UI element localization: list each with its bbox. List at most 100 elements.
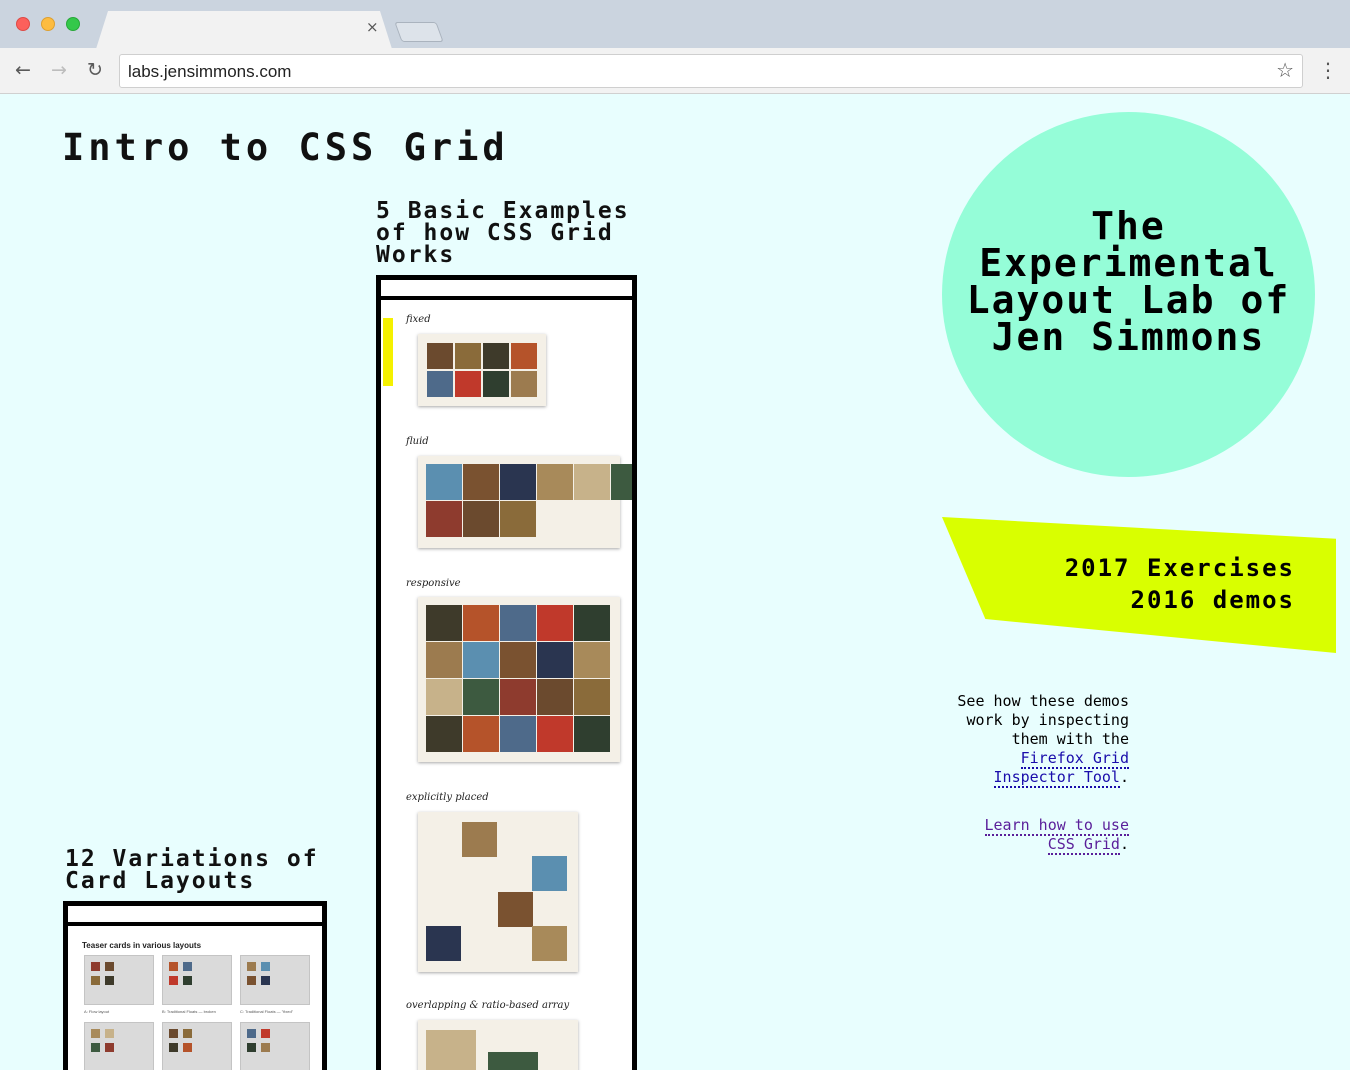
learn-paragraph: Learn how to use CSS Grid. xyxy=(952,816,1129,855)
painting-thumbnail xyxy=(532,856,567,891)
painting-thumbnail xyxy=(500,642,536,678)
painting-thumbnail xyxy=(426,716,462,752)
close-window-button[interactable] xyxy=(16,17,30,31)
painting-thumbnail xyxy=(463,605,499,641)
painting-thumbnail xyxy=(463,464,499,500)
demo-label: fluid xyxy=(406,436,429,447)
demo-label: fixed xyxy=(406,314,431,325)
active-tab[interactable] xyxy=(96,11,392,49)
painting-thumbnail xyxy=(488,1052,538,1070)
demo-thumbnail xyxy=(418,1020,578,1070)
painting-thumbnail xyxy=(455,343,481,369)
basic-examples-heading[interactable]: 5 Basic Examples of how CSS Grid Works xyxy=(376,200,656,267)
layout-caption: C: Traditional Floats — "fixed" xyxy=(240,1009,294,1014)
painting-thumbnail xyxy=(611,464,632,500)
browser-menu-icon[interactable]: ⋮ xyxy=(1318,56,1338,84)
demo-label: responsive xyxy=(406,578,461,589)
address-bar[interactable]: labs.jensimmons.com ☆ xyxy=(119,54,1303,88)
preview-title-bar xyxy=(381,280,632,300)
demo-thumbnail xyxy=(418,597,620,762)
bookmark-star-icon[interactable]: ☆ xyxy=(1276,58,1294,82)
painting-thumbnail xyxy=(427,343,453,369)
layout-caption: B: Traditional Floats — broken xyxy=(162,1009,216,1014)
browser-tab-strip: × xyxy=(0,0,1350,49)
layout-thumbnail-tile xyxy=(183,976,192,985)
new-tab-button[interactable] xyxy=(394,22,444,42)
exercises-2017-link[interactable]: 2017 Exercises xyxy=(1065,554,1295,582)
painting-thumbnail xyxy=(426,1030,476,1070)
painting-thumbnail xyxy=(537,716,573,752)
page-title: Intro to CSS Grid xyxy=(62,126,509,169)
card-preview-body: Teaser cards in various layouts A: Flow … xyxy=(68,930,322,1070)
teaser-cards-title: Teaser cards in various layouts xyxy=(82,941,202,950)
painting-thumbnail xyxy=(426,926,461,961)
layout-thumbnail-tile xyxy=(105,1029,114,1038)
back-arrow-icon[interactable]: ← xyxy=(10,57,36,83)
layout-thumbnail-tile xyxy=(169,962,178,971)
card-layouts-heading[interactable]: 12 Variations of Card Layouts xyxy=(65,848,345,893)
layout-thumbnail-tile xyxy=(91,1029,100,1038)
layout-thumbnail-tile xyxy=(247,976,256,985)
painting-thumbnail xyxy=(500,464,536,500)
reload-icon[interactable]: ↻ xyxy=(82,57,108,83)
painting-thumbnail xyxy=(498,892,533,927)
layout-thumbnail-tile xyxy=(169,976,178,985)
minimize-window-button[interactable] xyxy=(41,17,55,31)
painting-thumbnail xyxy=(511,343,537,369)
painting-thumbnail xyxy=(426,605,462,641)
layout-thumbnail xyxy=(162,1022,232,1070)
url-text[interactable]: labs.jensimmons.com xyxy=(128,62,291,82)
painting-thumbnail xyxy=(462,822,497,857)
lab-title: The Experimental Layout Lab of Jen Simmo… xyxy=(966,204,1291,359)
layout-thumbnail-tile xyxy=(91,962,100,971)
demo-label: overlapping & ratio-based array xyxy=(406,1000,570,1011)
painting-thumbnail xyxy=(455,371,481,397)
painting-thumbnail xyxy=(500,605,536,641)
layout-thumbnail-tile xyxy=(247,962,256,971)
layout-thumbnail-tile xyxy=(183,1029,192,1038)
painting-thumbnail xyxy=(511,371,537,397)
demo-label: explicitly placed xyxy=(406,792,489,803)
inspect-text-prefix: See how these demos work by inspecting t… xyxy=(957,692,1129,748)
painting-thumbnail xyxy=(574,464,610,500)
layout-thumbnail-tile xyxy=(169,1029,178,1038)
exercises-banner xyxy=(942,517,1336,653)
painting-thumbnail xyxy=(574,605,610,641)
layout-thumbnail xyxy=(162,955,232,1005)
learn-css-grid-link[interactable]: Learn how to use CSS Grid xyxy=(984,816,1129,855)
demo-thumbnail xyxy=(418,812,578,972)
layout-thumbnail-tile xyxy=(183,962,192,971)
basic-examples-preview[interactable]: fixed fluid responsive explicitly placed ove… xyxy=(376,275,637,1070)
page-content: Intro to CSS Grid 5 Basic Examples of ho… xyxy=(0,94,1350,1070)
learn-text-suffix: . xyxy=(1119,835,1129,853)
layout-thumbnail-tile xyxy=(91,976,100,985)
painting-thumbnail xyxy=(463,501,499,537)
yellow-sticker xyxy=(383,318,393,386)
browser-toolbar: ← → ↻ labs.jensimmons.com ☆ ⋮ xyxy=(0,48,1350,94)
layout-thumbnail-tile xyxy=(169,1043,178,1052)
painting-thumbnail xyxy=(426,679,462,715)
maximize-window-button[interactable] xyxy=(66,17,80,31)
painting-thumbnail xyxy=(463,642,499,678)
card-layouts-preview[interactable]: Teaser cards in various layouts A: Flow … xyxy=(63,901,327,1070)
layout-thumbnail-tile xyxy=(105,976,114,985)
layout-thumbnail xyxy=(240,1022,310,1070)
layout-thumbnail-tile xyxy=(261,976,270,985)
grid-inspector-link[interactable]: Firefox Grid Inspector Tool xyxy=(993,749,1129,788)
layout-thumbnail xyxy=(84,955,154,1005)
painting-thumbnail xyxy=(483,371,509,397)
demos-2016-link[interactable]: 2016 demos xyxy=(1131,586,1296,614)
painting-thumbnail xyxy=(500,501,536,537)
layout-thumbnail-tile xyxy=(105,962,114,971)
layout-thumbnail-tile xyxy=(261,1029,270,1038)
painting-thumbnail xyxy=(537,605,573,641)
demo-thumbnail xyxy=(418,334,546,406)
tab-close-icon[interactable]: × xyxy=(366,18,379,36)
painting-thumbnail xyxy=(483,343,509,369)
layout-thumbnail-tile xyxy=(183,1043,192,1052)
layout-thumbnail-tile xyxy=(261,962,270,971)
painting-thumbnail xyxy=(463,716,499,752)
painting-thumbnail xyxy=(574,716,610,752)
inspect-paragraph: See how these demos work by inspecting t… xyxy=(952,692,1129,788)
forward-arrow-icon[interactable]: → xyxy=(46,57,72,83)
